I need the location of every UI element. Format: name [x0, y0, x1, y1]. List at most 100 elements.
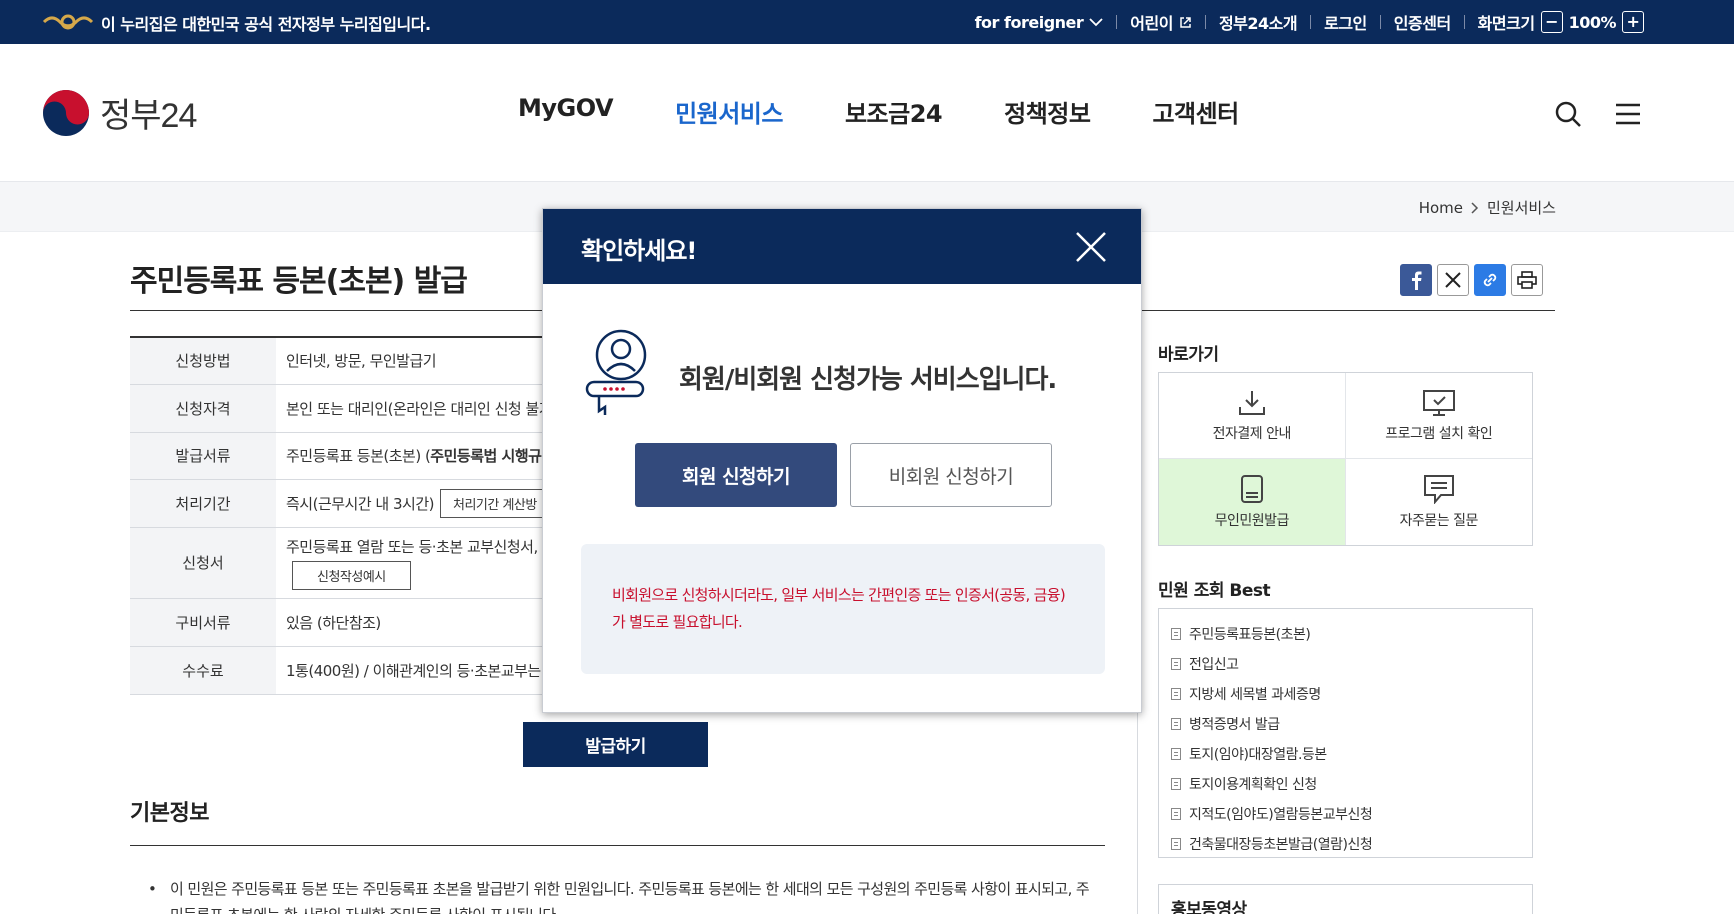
list-item-label: 병적증명서 발급 — [1189, 717, 1280, 733]
list-item[interactable]: 건축물대장등초본발급(열람)신청 — [1171, 829, 1532, 859]
document-icon — [1171, 658, 1181, 670]
brand-name: 정부24 — [100, 97, 197, 135]
search-icon[interactable] — [1554, 100, 1582, 128]
facebook-icon — [1412, 271, 1422, 290]
list-item-label: 지방세 세목별 과세증명 — [1189, 687, 1321, 703]
chevron-down-icon — [1089, 18, 1103, 27]
quick-link-faq[interactable]: 자주묻는 질문 — [1346, 459, 1533, 545]
printer-icon — [1517, 271, 1537, 289]
quick-links-title: 바로가기 — [1158, 345, 1219, 365]
nav-subsidy[interactable]: 보조금24 — [845, 94, 943, 129]
dialog-title: 확인하세요! — [581, 237, 697, 265]
warning-line: 비회원으로 신청하시더라도, 일부 서비스는 간편인증 또는 인증서(공동, 금… — [612, 586, 1066, 604]
monitor-check-icon — [1422, 389, 1455, 416]
best-list-title: 민원 조회 Best — [1158, 581, 1271, 601]
page-title: 주민등록표 등본(초본) 발급 — [130, 264, 468, 299]
dialog-message: 회원/비회원 신청가능 서비스입니다. — [679, 365, 1057, 395]
table-header: 발급서류 — [130, 432, 276, 479]
facebook-share-button[interactable] — [1400, 264, 1432, 296]
table-header: 구비서류 — [130, 598, 276, 646]
copy-link-button[interactable] — [1474, 264, 1506, 296]
x-share-button[interactable] — [1437, 264, 1469, 296]
about-link[interactable]: 정부24소개 — [1219, 10, 1298, 34]
quick-link-label: 전자결제 안내 — [1212, 425, 1292, 442]
nav-policy[interactable]: 정책정보 — [1004, 94, 1091, 129]
document-icon — [1171, 688, 1181, 700]
zoom-label: 화면크기 — [1477, 14, 1535, 33]
nav-civil-service[interactable]: 민원서비스 — [675, 94, 783, 129]
quick-links: 전자결제 안내 프로그램 설치 확인 무인민원발급 자주묻는 질문 — [1158, 372, 1533, 546]
list-item[interactable]: 토지이용계획확인 신청 — [1171, 769, 1532, 799]
quick-link-program-check[interactable]: 프로그램 설치 확인 — [1345, 373, 1532, 459]
quick-link-payment[interactable]: 전자결제 안내 — [1159, 373, 1346, 459]
document-icon — [1171, 628, 1181, 640]
brand-logo[interactable]: 정부24 — [42, 88, 197, 137]
nav-mygov[interactable]: MyGOV — [518, 94, 614, 129]
list-item[interactable]: 병적증명서 발급 — [1171, 709, 1532, 739]
list-item[interactable]: 전입신고 — [1171, 649, 1532, 679]
document-icon — [1171, 838, 1181, 850]
confirm-dialog: 확인하세요! 회원/비회원 신청가능 서비스입니다. 회원 신청하기 비회원 신… — [542, 208, 1142, 713]
x-logo-icon — [1445, 272, 1461, 288]
service-description: 이 민원은 주민등록표 등본 또는 주민등록표 초본을 발급받기 위한 민원입니… — [148, 876, 1100, 914]
header-actions — [1554, 100, 1642, 128]
chat-bubble-icon — [1423, 475, 1454, 504]
form-example-button[interactable]: 신청작성예시 — [292, 560, 411, 590]
dialog-warning: 비회원으로 신청하시더라도, 일부 서비스는 간편인증 또는 인증서(공동, 금… — [581, 544, 1105, 674]
list-item[interactable]: 주민등록표등본(초본) — [1171, 619, 1532, 649]
list-item[interactable]: 지방세 세목별 과세증명 — [1171, 679, 1532, 709]
table-header: 신청서 — [130, 527, 276, 598]
member-id-icon — [585, 329, 647, 415]
chevron-right-icon — [1471, 201, 1479, 214]
list-item[interactable]: 지적도(임야도)열람등본교부신청 — [1171, 799, 1532, 829]
list-item-label: 건축물대장등초본발급(열람)신청 — [1189, 837, 1373, 853]
main-nav: MyGOV 민원서비스 보조금24 정책정보 고객센터 — [518, 94, 1239, 129]
list-item-label: 주민등록표등본(초본) — [1189, 627, 1311, 643]
processing-time-calc-button[interactable]: 처리기간 계산방 — [440, 488, 550, 518]
zoom-value: 100% — [1568, 12, 1617, 32]
document-icon — [1171, 778, 1181, 790]
kids-link[interactable]: 어린이 — [1130, 10, 1192, 34]
desc-line: 이 민원은 주민등록표 등본 또는 주민등록표 초본을 발급받기 위한 민원입니… — [170, 880, 1090, 898]
list-item-label: 지적도(임야도)열람등본교부신청 — [1189, 807, 1373, 823]
nav-customer[interactable]: 고객센터 — [1152, 94, 1239, 129]
breadcrumb: Home 민원서비스 — [1419, 197, 1556, 218]
document-icon — [1171, 718, 1181, 730]
menu-icon[interactable] — [1614, 100, 1642, 128]
zoom-out-button[interactable]: − — [1540, 11, 1563, 33]
issue-button[interactable]: 발급하기 — [523, 722, 708, 767]
doc-bold: 주민등록법 시행규 — [430, 447, 542, 465]
close-icon[interactable] — [1075, 231, 1107, 263]
list-item[interactable]: 토지(임야)대장열람.등본 — [1171, 739, 1532, 769]
foreigner-label: for foreigner — [974, 12, 1084, 32]
quick-link-label: 프로그램 설치 확인 — [1385, 425, 1493, 442]
member-apply-button[interactable]: 회원 신청하기 — [635, 443, 837, 507]
doc-value: 주민등록표 등본(초본) ( — [286, 447, 431, 465]
login-link[interactable]: 로그인 — [1324, 10, 1367, 34]
gov-symbol-icon — [42, 14, 94, 30]
download-icon — [1238, 390, 1265, 415]
kids-label: 어린이 — [1130, 14, 1173, 33]
promo-video-title: 홍보동영상 — [1158, 884, 1533, 914]
print-button[interactable] — [1511, 264, 1543, 296]
guest-apply-button[interactable]: 비회원 신청하기 — [850, 443, 1052, 507]
foreigner-menu[interactable]: for foreigner — [975, 13, 1104, 32]
site-header: 정부24 MyGOV 민원서비스 보조금24 정책정보 고객센터 — [0, 44, 1734, 182]
zoom-in-button[interactable]: + — [1622, 11, 1644, 33]
breadcrumb-current[interactable]: 민원서비스 — [1487, 197, 1556, 218]
quick-link-kiosk[interactable]: 무인민원발급 — [1159, 459, 1346, 545]
gov-banner: 이 누리집은 대한민국 공식 전자정부 누리집입니다. for foreigne… — [0, 0, 1734, 44]
external-link-icon — [1180, 16, 1191, 28]
table-header: 처리기간 — [130, 479, 276, 527]
table-header: 수수료 — [130, 646, 276, 694]
list-item-label: 토지이용계획확인 신청 — [1189, 777, 1317, 793]
quick-link-label: 무인민원발급 — [1214, 513, 1290, 529]
breadcrumb-home[interactable]: Home — [1419, 199, 1463, 217]
best-list: 주민등록표등본(초본) 전입신고 지방세 세목별 과세증명 병적증명서 발급 토… — [1158, 608, 1533, 858]
taegeuk-icon — [43, 89, 89, 136]
kiosk-icon — [1240, 475, 1263, 503]
list-item-label: 토지(임야)대장열람.등본 — [1189, 747, 1327, 763]
zoom-control: 화면크기 − 100% + — [1478, 10, 1644, 34]
link-icon — [1483, 273, 1497, 287]
cert-center-link[interactable]: 인증센터 — [1394, 10, 1451, 34]
